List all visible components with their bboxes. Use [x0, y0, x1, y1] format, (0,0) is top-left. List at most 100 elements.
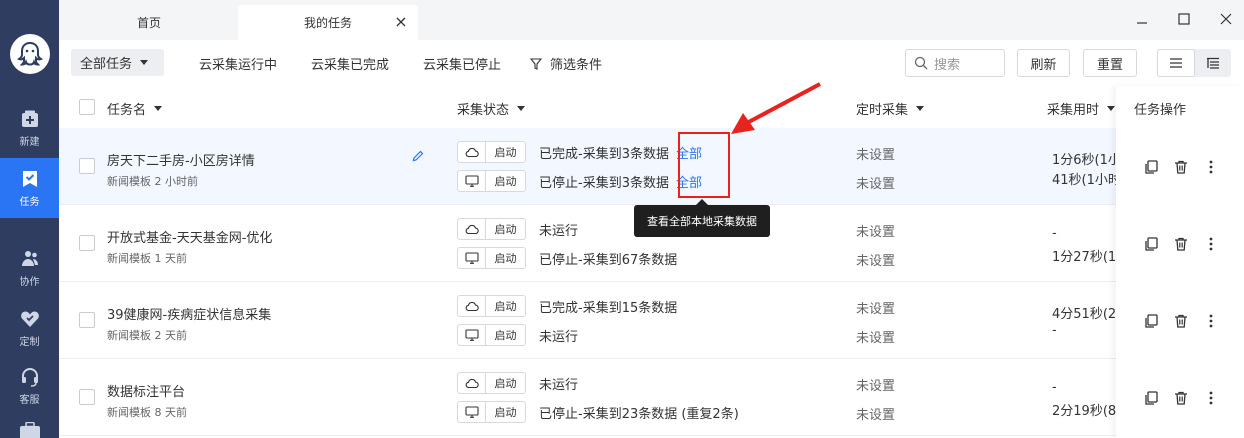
cloud-status-text: 未运行 [539, 223, 579, 239]
local-start-button[interactable]: 启动 [457, 170, 526, 192]
cloud-start-button[interactable]: 启动 [457, 141, 526, 163]
start-label: 启动 [494, 329, 517, 342]
task-icon [22, 170, 37, 187]
task-name[interactable]: 房天下二手房-小区房详情 [107, 150, 255, 169]
copy-icon[interactable] [1136, 313, 1166, 329]
caret-down-icon [140, 60, 149, 65]
sidebar-item-tasks[interactable]: 任务 [0, 158, 59, 218]
task-meta: 新闻模板 1 天前 [107, 252, 187, 265]
caret-down-icon [916, 106, 925, 111]
table-row[interactable]: 房天下二手房-小区房详情 新闻模板 2 小时前 启动 已完成-采集到3条数据 全部 启动已… [59, 128, 1244, 205]
filter-cloud-completed[interactable]: 云采集已完成 [311, 54, 389, 73]
local-schedule: 未设置 [856, 408, 896, 423]
column-header-schedule[interactable]: 定时采集 [856, 99, 925, 118]
copy-icon[interactable] [1136, 159, 1166, 175]
table-row[interactable]: 数据标注平台 新闻模板 8 天前 启动 未运行 启动 已停止-采集到23条数据 (重复2条… [59, 359, 1244, 436]
dropdown-label: 全部任务 [80, 57, 133, 72]
sidebar-item-new[interactable]: 新建 [0, 98, 59, 158]
task-name[interactable]: 开放式基金-天天基金网-优化 [107, 227, 272, 246]
edit-pencil-icon[interactable] [412, 150, 424, 168]
row-actions [1136, 388, 1226, 408]
task-name[interactable]: 39健康网-疾病症状信息采集 [107, 304, 271, 323]
sidebar-item-collaboration[interactable]: 协作 [0, 238, 59, 298]
list-view-icon[interactable] [1157, 49, 1195, 77]
refresh-button[interactable]: 刷新 [1017, 49, 1070, 77]
briefcase-icon[interactable] [19, 421, 41, 438]
cloud-status-line: 启动 未运行 [457, 218, 578, 240]
more-vertical-icon[interactable] [1196, 159, 1226, 175]
row-checkbox[interactable] [79, 235, 95, 251]
search-placeholder: 搜索 [934, 57, 961, 73]
sidebar-item-support[interactable]: 客服 [0, 356, 59, 416]
task-meta: 新闻模板 2 天前 [107, 329, 187, 342]
cloud-duration: 1分6秒(1小 [1052, 153, 1116, 168]
trash-icon[interactable] [1166, 313, 1196, 329]
local-start-button[interactable]: 启动 [457, 247, 526, 269]
row-checkbox[interactable] [79, 158, 95, 174]
reset-button[interactable]: 重置 [1083, 49, 1137, 77]
all-tasks-dropdown[interactable]: 全部任务 [71, 49, 164, 76]
filter-label: 筛选条件 [550, 58, 603, 73]
cloud-start-button[interactable]: 启动 [457, 218, 526, 240]
tree-view-icon[interactable] [1195, 49, 1231, 77]
cloud-start-button[interactable]: 启动 [457, 295, 526, 317]
column-header-name[interactable]: 任务名 [107, 99, 163, 118]
start-label: 启动 [494, 300, 517, 313]
local-status-text: 未运行 [539, 329, 579, 345]
cloud-status-text: 已完成-采集到15条数据 [539, 300, 678, 316]
tab-bar: 首页 我的任务 × [59, 0, 1244, 40]
copy-icon[interactable] [1136, 236, 1166, 252]
headset-icon [21, 367, 38, 387]
tab-home[interactable]: 首页 [89, 5, 209, 40]
minimize-icon[interactable] [1132, 9, 1152, 29]
header-label: 采集用时 [1047, 103, 1100, 118]
annotation-arrow-icon [731, 82, 821, 134]
tooltip-text: 查看全部本地采集数据 [647, 215, 757, 228]
row-actions [1136, 157, 1226, 177]
task-meta: 新闻模板 8 天前 [107, 406, 187, 419]
search-input[interactable]: 搜索 [905, 49, 1005, 77]
row-checkbox[interactable] [79, 389, 95, 405]
local-schedule: 未设置 [856, 331, 896, 346]
trash-icon[interactable] [1166, 236, 1196, 252]
filter-cloud-running[interactable]: 云采集运行中 [199, 54, 277, 73]
select-all-checkbox[interactable] [79, 99, 95, 115]
task-name[interactable]: 数据标注平台 [107, 381, 185, 400]
caret-down-icon [154, 106, 163, 111]
cloud-icon [465, 224, 479, 235]
local-status-text: 已停止-采集到23条数据 (重复2条) [539, 406, 739, 422]
ops-column: 任务操作 [1116, 86, 1244, 438]
local-start-button[interactable]: 启动 [457, 324, 526, 346]
trash-icon[interactable] [1166, 159, 1196, 175]
local-schedule: 未设置 [856, 254, 896, 269]
sidebar-item-custom[interactable]: 定制 [0, 298, 59, 358]
task-meta: 新闻模板 2 小时前 [107, 175, 198, 188]
plus-square-icon [21, 110, 38, 127]
cloud-duration: - [1052, 380, 1057, 395]
column-header-duration[interactable]: 采集用时 [1047, 99, 1116, 118]
more-vertical-icon[interactable] [1196, 390, 1226, 406]
tab-my-tasks[interactable]: 我的任务 × [238, 5, 418, 40]
table-row[interactable]: 39健康网-疾病症状信息采集 新闻模板 2 天前 启动 已完成-采集到15条数据 启动未… [59, 282, 1244, 359]
local-schedule: 未设置 [856, 177, 896, 192]
copy-icon[interactable] [1136, 390, 1166, 406]
cloud-status-line: 启动 已完成-采集到15条数据 [457, 295, 677, 317]
trash-icon[interactable] [1166, 390, 1196, 406]
local-start-button[interactable]: 启动 [457, 401, 526, 423]
local-status-line: 启动 已停止-采集到67条数据 [457, 247, 677, 269]
cloud-start-button[interactable]: 启动 [457, 372, 526, 394]
more-vertical-icon[interactable] [1196, 313, 1226, 329]
more-vertical-icon[interactable] [1196, 236, 1226, 252]
filter-conditions-button[interactable]: 筛选条件 [530, 54, 602, 73]
search-icon [914, 56, 928, 70]
row-checkbox[interactable] [79, 312, 95, 328]
window-close-icon[interactable] [1216, 9, 1236, 29]
close-icon[interactable]: × [394, 14, 408, 30]
funnel-icon [530, 57, 542, 70]
cloud-duration: - [1052, 226, 1057, 241]
start-label: 启动 [494, 223, 517, 236]
column-header-status[interactable]: 采集状态 [457, 99, 526, 118]
maximize-icon[interactable] [1174, 9, 1194, 29]
start-label: 启动 [494, 377, 517, 390]
filter-cloud-stopped[interactable]: 云采集已停止 [423, 54, 501, 73]
